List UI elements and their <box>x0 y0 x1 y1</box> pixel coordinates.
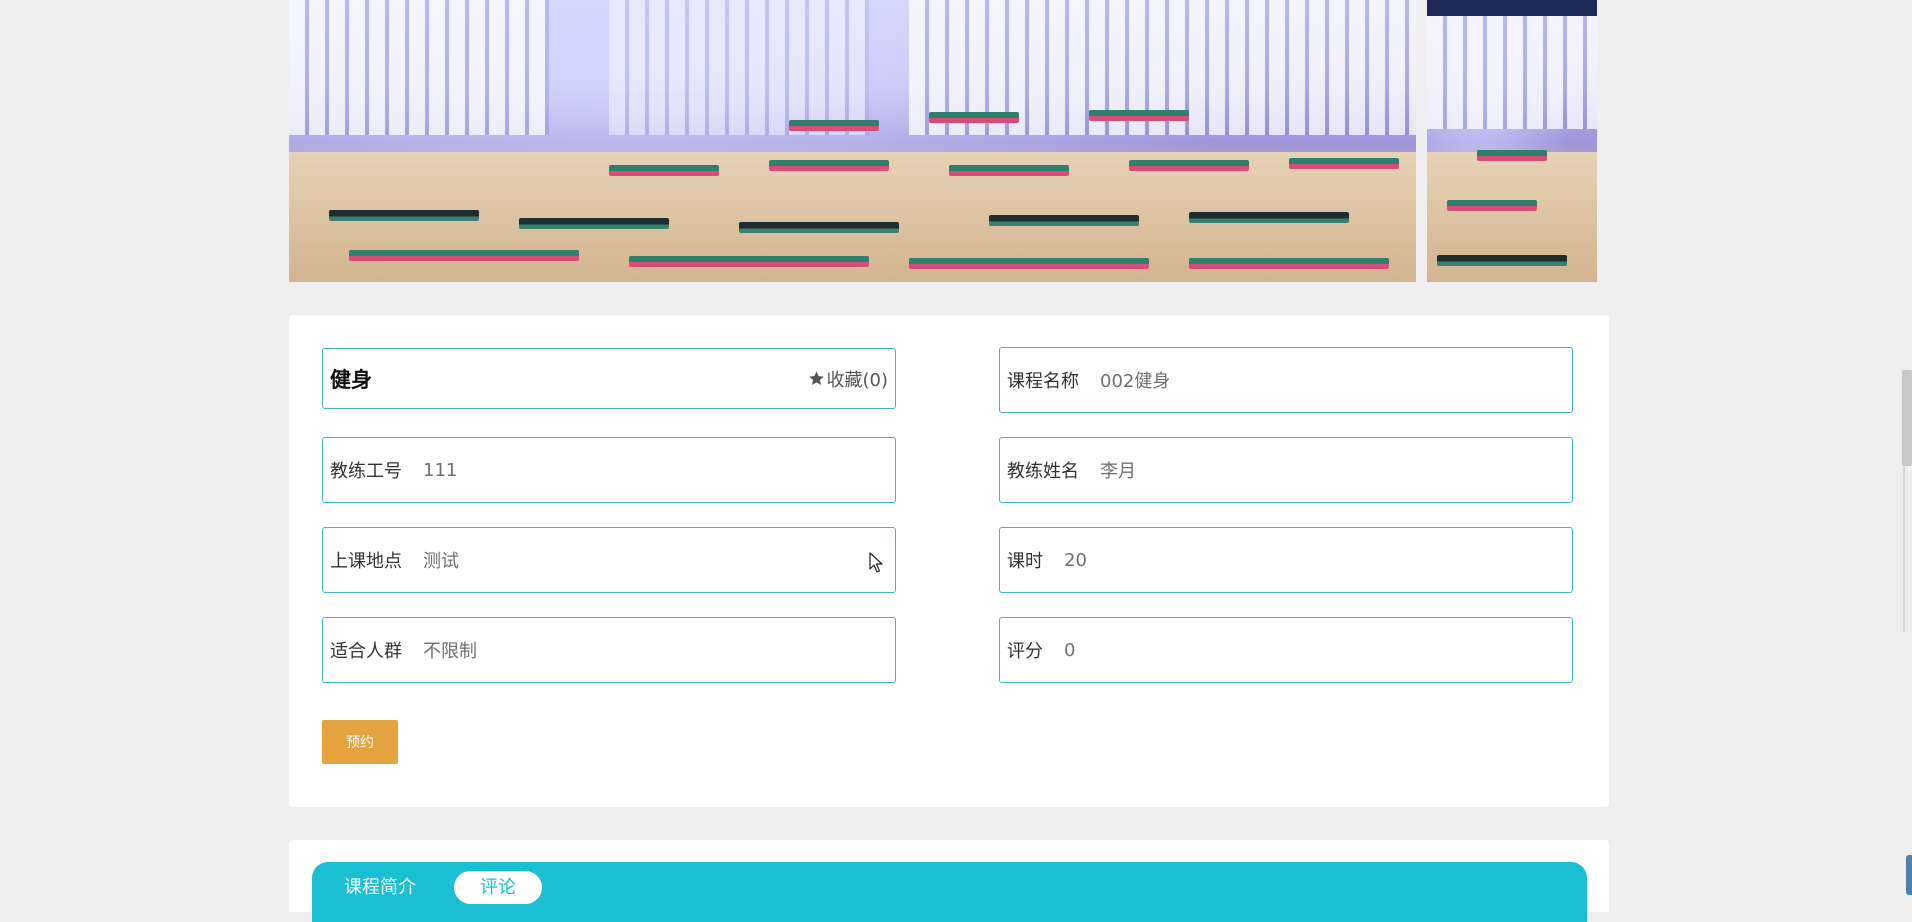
star-icon <box>808 371 824 386</box>
hours-field: 课时 20 <box>999 527 1573 593</box>
course-name-value: 002健身 <box>1100 371 1171 392</box>
course-detail-tabs-card: 课程简介 评论 <box>289 840 1609 922</box>
book-button[interactable]: 预约 <box>322 720 398 764</box>
tab-bar: 课程简介 评论 <box>312 862 1587 922</box>
rating-value: 0 <box>1064 639 1076 661</box>
scrollbar-track-mark <box>1903 466 1905 632</box>
step-platform <box>769 160 889 171</box>
audience-field: 适合人群 不限制 <box>322 617 896 683</box>
step-platform <box>909 258 1149 269</box>
course-name-field: 课程名称 002健身 <box>999 347 1573 413</box>
hours-label: 课时 <box>1007 551 1043 572</box>
step-platform <box>349 250 579 261</box>
location-label: 上课地点 <box>330 551 402 572</box>
step-platform <box>519 218 669 229</box>
location-field: 上课地点 测试 <box>322 527 896 593</box>
rating-field: 评分 0 <box>999 617 1573 683</box>
audience-value: 不限制 <box>423 641 477 662</box>
tab-course-intro[interactable]: 课程简介 <box>330 871 430 904</box>
step-platform <box>1437 255 1567 266</box>
audience-label: 适合人群 <box>330 641 402 662</box>
course-photo-main <box>289 0 1416 282</box>
step-platform <box>1477 150 1547 161</box>
coach-id-label: 教练工号 <box>330 461 402 482</box>
tab-comments[interactable]: 评论 <box>454 871 542 904</box>
course-category: 健身 <box>330 367 372 392</box>
coach-id-field: 教练工号 111 <box>322 437 896 503</box>
favorite-button[interactable]: 收藏(0) <box>808 366 889 392</box>
hours-value: 20 <box>1064 549 1087 571</box>
step-platform <box>949 165 1069 176</box>
scrollbar-thumb[interactable] <box>1902 370 1912 466</box>
course-photo-secondary <box>1427 0 1597 282</box>
course-title-box: 健身 收藏(0) <box>322 348 896 409</box>
photo-window-left <box>289 0 549 136</box>
step-platform <box>629 256 869 267</box>
photo-window-mid <box>609 0 869 136</box>
step-platform <box>929 112 1019 123</box>
coach-name-field: 教练姓名 李月 <box>999 437 1573 503</box>
step-platform <box>1289 158 1399 169</box>
step-platform <box>989 215 1139 226</box>
step-platform <box>739 222 899 233</box>
step-platform <box>1089 110 1189 121</box>
step-platform <box>1189 212 1349 223</box>
coach-name-label: 教练姓名 <box>1007 461 1079 482</box>
rating-label: 评分 <box>1007 641 1043 662</box>
floating-widget-edge[interactable] <box>1906 855 1912 895</box>
photo-ceiling <box>1427 0 1597 16</box>
coach-name-value: 李月 <box>1100 461 1136 482</box>
course-name-label: 课程名称 <box>1007 371 1079 392</box>
step-platform <box>1189 258 1389 269</box>
step-platform <box>1447 200 1537 211</box>
photo-window <box>1427 16 1597 129</box>
favorite-label: 收藏(0) <box>826 369 889 391</box>
step-platform <box>1129 160 1249 171</box>
mouse-cursor-icon <box>869 552 883 573</box>
step-platform <box>329 210 479 221</box>
coach-id-value: 111 <box>423 459 458 481</box>
location-value: 测试 <box>423 551 459 572</box>
step-platform <box>789 120 879 131</box>
step-platform <box>609 165 719 176</box>
course-info-card: 健身 收藏(0) 课程名称 002健身 教练工号 111 教练姓名 李月 上课地… <box>289 315 1609 807</box>
